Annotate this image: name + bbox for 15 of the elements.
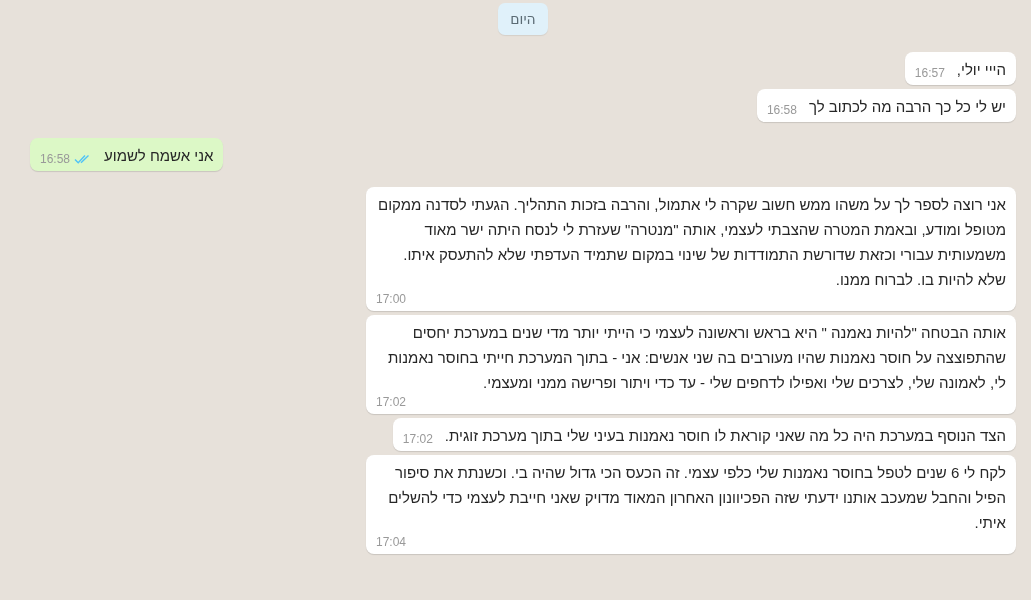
message-text: אני רוצה לספר לך על משהו ממש חשוב שקרה לי אתמול, והרבה בזכות התהליך. הגעתי לסדנה ממקום מטופל ומודע, ובאמת המטרה שהצבתי לעצמי, אותה "מנטרה" שעזרת לי לנסח היתה ישר מאוד משמעותית עבורי וכזאת שדורשת התמודדות של שינוי במקום שתמיד העדפתי שלא להתעסק איתו. שלא להיות בו. לברוח ממנו. [377, 195, 1006, 290]
message-text: אותה הבטחה "להיות נאמנה " היא בראש וראשונה לעצמי כי הייתי יותר מדי שנים במערכת יחסים שהתפוצצה על חוסר נאמנות שהיו מעורבים בה שני אנשים: אני - בתוך המערכת חייתי בחוסר נאמנות לי, לאמונה שלי, לצרכים שלי ואפילו לדחפים שלי - עד כדי ויתור ופרישה ממני ומעצמי. [387, 323, 1006, 393]
message-time: 16:58 [40, 152, 71, 166]
message-text: אני אשמח לשמוע [104, 146, 214, 166]
message-time: 16:57 [914, 66, 945, 80]
message-time: 17:04 [376, 535, 407, 549]
date-chip: היום [498, 3, 548, 35]
message-text: יש לי כל כך הרבה מה לכתוב לך [808, 97, 1006, 117]
message-text: הייי יולי, [956, 60, 1006, 80]
message-text: לקח לי 6 שנים לטפל בחוסר נאמנות שלי כלפי עצמי. זה הכעס הכי גדול שהיה בי. וכשנתת את סיפור הפיל והחבל שמעכב אותנו ידעתי שזה הפכיוונון האחרון המאוד מדויק שאני חייבת לעצמי כדי להשלים איתי. [387, 463, 1006, 533]
message-text: הצד הנוסף במערכת היה כל מה שאני קוראת לו חוסר נאמנות בעיני שלי בתוך מערכת זוגית. [444, 426, 1006, 446]
message-time: 16:58 [766, 103, 797, 117]
message-time: 17:02 [376, 395, 407, 409]
message-time: 17:02 [402, 432, 433, 446]
message-time: 17:00 [376, 292, 407, 306]
